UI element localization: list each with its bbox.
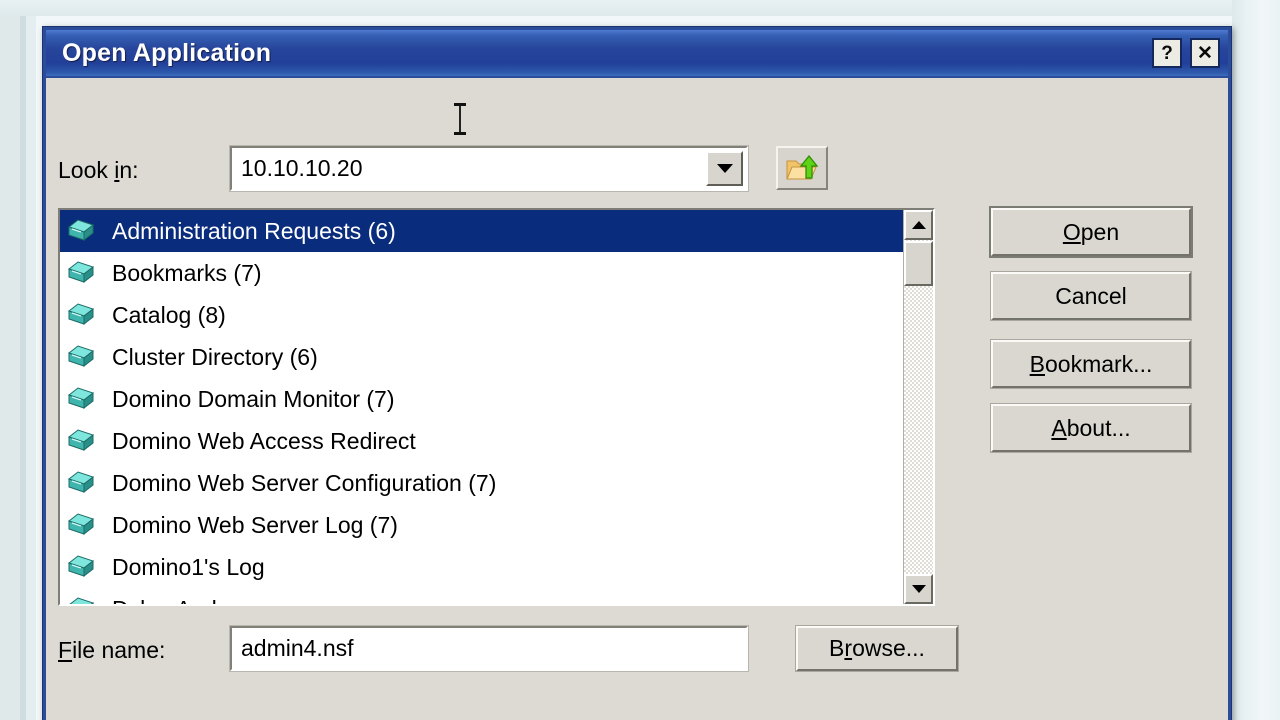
- database-book-icon: [66, 470, 96, 496]
- scroll-down-button[interactable]: [904, 574, 933, 604]
- list-item-label: Cluster Directory (6): [112, 343, 318, 370]
- open-application-dialog: Open Application ? ✕ Look in: 10.10.10.2…: [42, 26, 1232, 720]
- list-item[interactable]: Bookmarks (7): [60, 252, 903, 294]
- database-book-icon: [66, 218, 96, 244]
- close-button[interactable]: ✕: [1190, 38, 1220, 68]
- open-button[interactable]: Open: [989, 206, 1193, 258]
- list-item[interactable]: Domino Web Server Configuration (7): [60, 462, 903, 504]
- bookmark-button-accel: B: [1029, 350, 1045, 377]
- look-in-label: Look in:: [58, 157, 139, 184]
- bookmark-button-post: ookmark...: [1044, 350, 1153, 377]
- dialog-title: Open Application: [62, 38, 272, 67]
- list-item-label: Catalog (8): [112, 301, 226, 328]
- browse-button-accel: r: [844, 635, 853, 661]
- list-item-label: Administration Requests (6): [112, 217, 396, 244]
- scroll-up-arrow-icon: [911, 221, 926, 229]
- up-one-level-button[interactable]: [776, 146, 828, 190]
- desktop-background: Open Application ? ✕ Look in: 10.10.10.2…: [0, 0, 1280, 720]
- help-button[interactable]: ?: [1152, 38, 1182, 68]
- list-item[interactable]: Administration Requests (6): [60, 210, 903, 252]
- list-item[interactable]: Dylan Anderson: [60, 588, 903, 604]
- look-in-row: Look in: 10.10.10.20: [58, 145, 1240, 192]
- file-name-label-accel: F: [58, 637, 73, 663]
- file-name-label-post: ile name:: [72, 637, 166, 663]
- cancel-button-label: Cancel: [1055, 282, 1127, 309]
- look-in-combobox[interactable]: 10.10.10.20: [229, 145, 749, 192]
- database-book-icon: [66, 428, 96, 454]
- list-item[interactable]: Domino1's Log: [60, 546, 903, 588]
- list-item[interactable]: Domino Domain Monitor (7): [60, 378, 903, 420]
- about-button-accel: A: [1051, 414, 1067, 441]
- about-button-post: bout...: [1066, 414, 1131, 441]
- chevron-down-icon: [716, 164, 733, 173]
- dialog-client-area: Look in: 10.10.10.20 Administration Requ…: [46, 78, 1228, 720]
- scroll-up-button[interactable]: [904, 210, 933, 240]
- up-one-level-folder-icon: [786, 154, 819, 180]
- look-in-label-post: n:: [119, 157, 139, 183]
- list-item[interactable]: Domino Web Server Log (7): [60, 504, 903, 546]
- desktop-top-strip: [0, 0, 1280, 16]
- file-name-value: admin4.nsf: [241, 635, 354, 661]
- file-name-label: File name:: [58, 637, 165, 664]
- list-item-label: Bookmarks (7): [112, 259, 262, 286]
- database-book-icon: [66, 596, 96, 604]
- list-vertical-scrollbar[interactable]: [903, 210, 933, 604]
- database-book-icon: [66, 344, 96, 370]
- scroll-down-arrow-icon: [911, 585, 926, 593]
- dialog-action-buttons: Open Cancel Bookmark... About...: [989, 206, 1193, 453]
- browse-button-pre: B: [829, 635, 845, 661]
- look-in-label-pre: Look: [58, 157, 115, 183]
- about-button[interactable]: About...: [990, 403, 1192, 453]
- list-item-label: Domino Domain Monitor (7): [112, 385, 395, 412]
- browse-button-post: owse...: [852, 635, 925, 661]
- application-listbox[interactable]: Administration Requests (6) Bookmarks (7)…: [58, 208, 935, 606]
- database-book-icon: [66, 386, 96, 412]
- list-item-label: Domino Web Access Redirect: [112, 427, 416, 454]
- application-list: Administration Requests (6) Bookmarks (7)…: [60, 210, 903, 604]
- database-book-icon: [66, 260, 96, 286]
- list-item-label: Domino Web Server Configuration (7): [112, 469, 497, 496]
- bookmark-button[interactable]: Bookmark...: [990, 339, 1192, 389]
- browse-button[interactable]: Br owse...: [795, 625, 959, 672]
- titlebar-button-group: ? ✕: [1152, 38, 1220, 68]
- cancel-button[interactable]: Cancel: [990, 271, 1192, 321]
- look-in-value: 10.10.10.20: [241, 155, 363, 181]
- database-book-icon: [66, 512, 96, 538]
- list-item-label: Dylan Anderson: [112, 596, 274, 605]
- list-item-label: Domino1's Log: [112, 553, 265, 580]
- list-item[interactable]: Domino Web Access Redirect: [60, 420, 903, 462]
- dialog-titlebar[interactable]: Open Application ? ✕: [46, 30, 1228, 76]
- scrollbar-thumb[interactable]: [904, 241, 933, 286]
- open-button-post: pen: [1080, 218, 1120, 245]
- database-book-icon: [66, 302, 96, 328]
- open-button-accel: O: [1062, 218, 1081, 245]
- database-book-icon: [66, 554, 96, 580]
- look-in-dropdown-button[interactable]: [706, 151, 743, 186]
- list-item[interactable]: Catalog (8): [60, 294, 903, 336]
- file-name-input[interactable]: admin4.nsf: [229, 625, 749, 672]
- file-name-row: File name: admin4.nsf Br owse...: [58, 625, 1240, 672]
- desktop-right-strip: [1232, 0, 1280, 720]
- list-item-label: Domino Web Server Log (7): [112, 511, 398, 538]
- list-item[interactable]: Cluster Directory (6): [60, 336, 903, 378]
